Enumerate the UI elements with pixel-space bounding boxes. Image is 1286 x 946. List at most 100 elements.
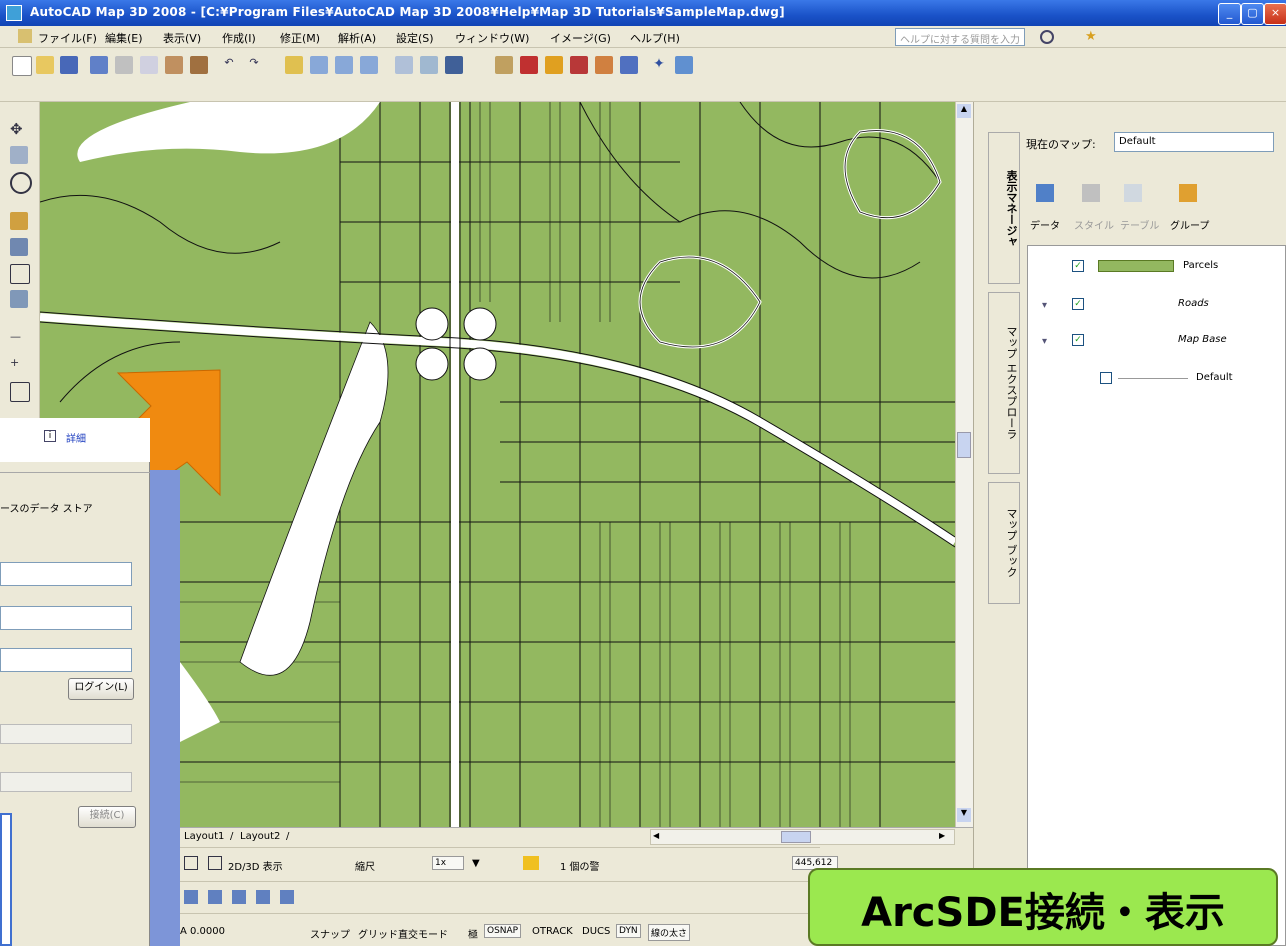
undo-icon[interactable]: ↶ (220, 56, 238, 74)
map-tool-icon-5[interactable] (280, 890, 294, 904)
design-center-icon[interactable] (420, 56, 438, 74)
favorites-icon[interactable]: ★ (1085, 29, 1097, 44)
tab-layout2[interactable]: Layout2 (240, 831, 280, 842)
chevron-down-icon[interactable]: ▼ (472, 858, 480, 869)
toggle-lineweight[interactable]: 線の太さ (648, 924, 691, 941)
menu-modify[interactable]: 修正(M) (280, 30, 320, 46)
maximize-icon[interactable]: ▢ (1241, 3, 1264, 25)
username-field[interactable] (0, 606, 132, 630)
help-search-input[interactable]: ヘルプに対する質問を入力 (895, 28, 1025, 46)
layer-name-roads[interactable]: Roads (1178, 298, 1209, 309)
scroll-left-icon[interactable]: ◀ (653, 831, 665, 843)
map-query-icon[interactable] (595, 56, 613, 74)
warning-text[interactable]: 1 個の警 (560, 858, 600, 873)
toggle-dyn[interactable]: DYN (616, 924, 641, 938)
close-icon[interactable]: × (1264, 3, 1286, 25)
toggle-otrack[interactable]: OTRACK (532, 926, 573, 937)
detail-link[interactable]: 詳細 (66, 430, 86, 445)
map-tool-icon-1[interactable] (184, 890, 198, 904)
menu-file[interactable]: ファイル(F) (38, 30, 97, 46)
redo-icon[interactable]: ↷ (245, 56, 263, 74)
toolbar-group[interactable]: グループ (1170, 217, 1209, 232)
data-icon[interactable] (1036, 184, 1054, 202)
toggle-ducs[interactable]: DUCS (582, 926, 610, 937)
markup-icon[interactable] (495, 56, 513, 74)
cut-icon[interactable] (115, 56, 133, 74)
menu-settings[interactable]: 設定(S) (396, 30, 434, 46)
map-tool-icon-3[interactable] (232, 890, 246, 904)
open-file-icon[interactable] (36, 56, 54, 74)
extend-icon[interactable]: + (10, 356, 28, 374)
layer-name-mapbase[interactable]: Map Base (1178, 334, 1227, 345)
connect-button[interactable]: 接続(C) (78, 806, 136, 828)
map-tool-icon-2[interactable] (208, 890, 222, 904)
offset-icon[interactable] (10, 290, 28, 308)
match-properties-icon[interactable] (190, 56, 208, 74)
menu-edit[interactable]: 編集(E) (105, 30, 143, 46)
zoom-previous-icon[interactable] (360, 56, 378, 74)
horizontal-scrollbar[interactable]: ◀ ▶ (650, 829, 955, 845)
zoom-window-icon[interactable] (335, 56, 353, 74)
menu-insert[interactable]: 作成(I) (222, 30, 256, 46)
map-layers-icon[interactable] (570, 56, 588, 74)
scroll-right-icon[interactable]: ▶ (939, 831, 951, 843)
toggle-polar[interactable]: 極 (468, 926, 478, 941)
tab-layout1[interactable]: Layout1 (184, 831, 224, 842)
map-tool-icon-4[interactable] (256, 890, 270, 904)
server-field[interactable] (0, 562, 132, 586)
paste-icon[interactable] (165, 56, 183, 74)
layer-checkbox-mapbase[interactable]: ✓ (1072, 334, 1084, 346)
rotate-icon[interactable] (10, 172, 32, 194)
current-map-select[interactable]: Default (1114, 132, 1274, 152)
pencil-icon[interactable] (10, 212, 28, 230)
zoom-realtime-icon[interactable] (310, 56, 328, 74)
calculator-icon[interactable] (520, 56, 538, 74)
menu-image[interactable]: イメージ(G) (550, 30, 611, 46)
minimize-icon[interactable]: _ (1218, 3, 1241, 25)
menu-help[interactable]: ヘルプ(H) (630, 30, 680, 46)
tab-display-manager[interactable]: 表示マネージャ (988, 132, 1020, 284)
layer-checkbox-parcels[interactable]: ✓ (1072, 260, 1084, 272)
map-publish-icon[interactable] (675, 56, 693, 74)
scroll-up-icon[interactable]: ▲ (957, 104, 971, 118)
mirror-icon[interactable] (10, 238, 28, 256)
menu-view[interactable]: 表示(V) (163, 30, 201, 46)
expand-icon-2[interactable]: ▾ (1042, 336, 1047, 347)
save-icon[interactable] (60, 56, 78, 74)
toggle-ortho[interactable]: 直交モード (398, 926, 448, 941)
toggle-grid[interactable]: グリッド (358, 926, 398, 941)
menu-analyze[interactable]: 解析(A) (338, 30, 376, 46)
pan-icon[interactable] (285, 56, 303, 74)
view-icon[interactable] (184, 856, 198, 870)
map-table-icon[interactable] (620, 56, 638, 74)
layer-checkbox-roads[interactable]: ✓ (1072, 298, 1084, 310)
schema-select[interactable] (0, 772, 132, 792)
toggle-snap[interactable]: スナップ (310, 926, 350, 941)
group-icon[interactable] (1179, 184, 1197, 202)
properties-icon[interactable] (395, 56, 413, 74)
layer-checkbox-default[interactable] (1100, 372, 1112, 384)
array-icon[interactable] (10, 264, 30, 284)
toggle-osnap[interactable]: OSNAP (484, 924, 522, 938)
view-3d-icon[interactable] (208, 856, 222, 870)
map-data-icon[interactable] (545, 56, 563, 74)
login-button[interactable]: ログイン(L) (68, 678, 134, 700)
scale-select[interactable]: 1x (432, 856, 464, 870)
view-mode-label[interactable]: 2D/3D 表示 (228, 858, 283, 873)
datastore-select[interactable] (0, 724, 132, 744)
warning-icon[interactable] (523, 856, 539, 870)
expand-icon[interactable]: ▾ (1042, 300, 1047, 311)
scroll-down-icon[interactable]: ▼ (957, 808, 971, 822)
tab-map-book[interactable]: マップ ブック (988, 482, 1020, 604)
coordinate-icon[interactable]: ✦ (650, 56, 668, 74)
toolbar-data[interactable]: データ (1030, 217, 1060, 232)
tool-palettes-icon[interactable] (445, 56, 463, 74)
scroll-thumb[interactable] (957, 432, 971, 458)
layer-name-default[interactable]: Default (1196, 372, 1233, 383)
h-scroll-thumb[interactable] (781, 831, 811, 843)
menu-window[interactable]: ウィンドウ(W) (455, 30, 529, 46)
password-field[interactable] (0, 648, 132, 672)
layer-name-parcels[interactable]: Parcels (1183, 260, 1218, 271)
new-file-icon[interactable] (12, 56, 32, 76)
trim-icon[interactable]: — (10, 330, 28, 348)
